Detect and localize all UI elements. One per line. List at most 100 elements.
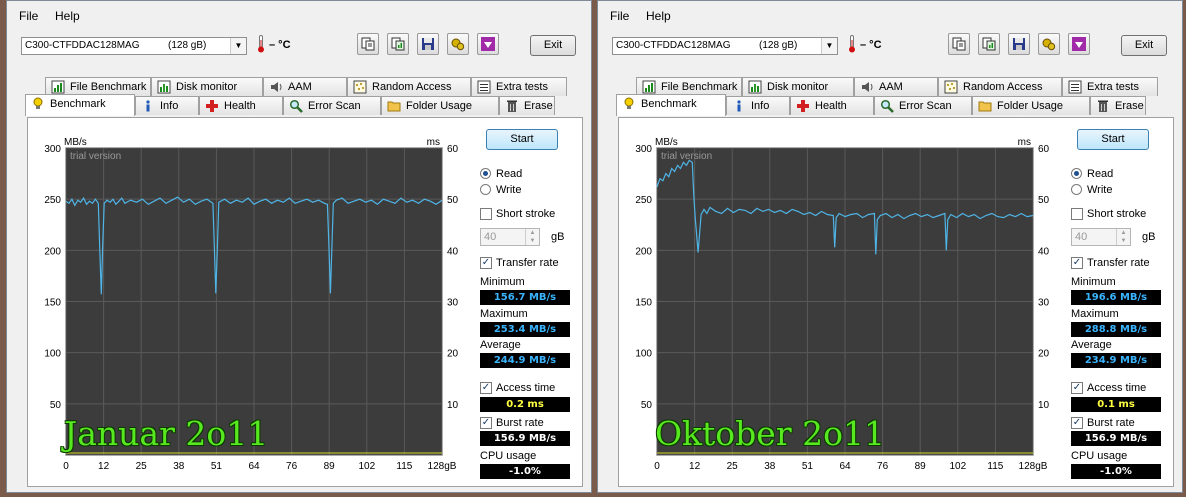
date-overlay-label: Oktober 2o11 <box>655 414 885 453</box>
error-scan-magnifier-icon <box>289 99 303 113</box>
y-right-tick-label: 50 <box>1038 195 1050 206</box>
file-benchmark-icon <box>51 80 65 94</box>
checkbox-box: ✓ <box>480 382 492 394</box>
toolbar: C300-CTFDDAC128MAG (128 gB) ▼ – °C Exit <box>598 27 1182 69</box>
tab-random-access[interactable]: Random Access <box>938 77 1062 96</box>
save-button[interactable] <box>1008 33 1030 55</box>
tab-disk-monitor[interactable]: Disk monitor <box>742 77 854 96</box>
tab-label: Health <box>815 100 847 112</box>
tab-info[interactable]: Info <box>726 96 790 115</box>
y-right-tick-label: 40 <box>447 246 459 257</box>
tab-disk-monitor[interactable]: Disk monitor <box>151 77 263 96</box>
x-tick-label: 0 <box>654 461 660 472</box>
tab-folder-usage[interactable]: Folder Usage <box>381 96 499 115</box>
tab-extra-tests[interactable]: Extra tests <box>1062 77 1158 96</box>
download-button[interactable] <box>477 33 499 55</box>
access-time-checkbox[interactable]: ✓ Access time <box>1071 382 1146 394</box>
write-label: Write <box>1087 184 1113 196</box>
exit-button[interactable]: Exit <box>1121 35 1167 56</box>
tab-extra-tests[interactable]: Extra tests <box>471 77 567 96</box>
x-tick-label: 102 <box>949 461 966 472</box>
copy-text-button[interactable] <box>357 33 379 55</box>
start-button[interactable]: Start <box>1077 129 1149 150</box>
tab-bar: File Benchmark Disk monitor AAM Random Acce… <box>598 75 1182 117</box>
stepper-arrows-icon[interactable]: ▲ ▼ <box>525 229 539 245</box>
menu-help[interactable]: Help <box>646 9 671 23</box>
disk-monitor-icon <box>157 80 171 94</box>
options-button[interactable] <box>447 33 469 55</box>
menu-help[interactable]: Help <box>55 9 80 23</box>
drive-select[interactable]: C300-CTFDDAC128MAG (128 gB) ▼ <box>612 37 838 55</box>
benchmark-bulb-icon <box>622 97 636 111</box>
write-radio[interactable]: Write <box>480 184 521 196</box>
checkbox-box <box>480 208 492 220</box>
y-left-tick-label: 50 <box>50 400 62 411</box>
burst-rate-label: Burst rate <box>496 417 544 429</box>
read-radio[interactable]: Read <box>480 168 522 180</box>
tab-label: Health <box>224 100 256 112</box>
short-stroke-stepper[interactable]: 40 ▲ ▼ <box>1071 228 1131 246</box>
tab-benchmark[interactable]: Benchmark <box>25 94 135 116</box>
transfer-rate-label: Transfer rate <box>1087 257 1150 269</box>
transfer-rate-checkbox[interactable]: ✓ Transfer rate <box>480 257 559 269</box>
trash-icon <box>1096 99 1110 113</box>
short-stroke-checkbox[interactable]: Short stroke <box>1071 208 1146 220</box>
short-stroke-value: 40 <box>484 231 497 243</box>
chevron-down-icon[interactable]: ▼ <box>821 38 837 54</box>
tab-aam[interactable]: AAM <box>263 77 347 96</box>
short-stroke-checkbox[interactable]: Short stroke <box>480 208 555 220</box>
y-left-tick-label: 150 <box>44 298 61 309</box>
write-radio[interactable]: Write <box>1071 184 1112 196</box>
y-left-tick-label: 300 <box>635 144 652 155</box>
tab-label: File Benchmark <box>661 81 738 93</box>
download-button[interactable] <box>1068 33 1090 55</box>
tab-health[interactable]: Health <box>790 96 874 115</box>
x-tick-label: 76 <box>286 461 298 472</box>
checkbox-box <box>1071 208 1083 220</box>
checkbox-box: ✓ <box>480 257 492 269</box>
read-radio[interactable]: Read <box>1071 168 1113 180</box>
tab-label: AAM <box>288 81 312 93</box>
tab-label: Error Scan <box>308 100 361 112</box>
transfer-rate-checkbox[interactable]: ✓ Transfer rate <box>1071 257 1150 269</box>
burst-rate-checkbox[interactable]: ✓ Burst rate <box>1071 417 1135 429</box>
drive-select[interactable]: C300-CTFDDAC128MAG (128 gB) ▼ <box>21 37 247 55</box>
x-tick-label: 115 <box>987 461 1003 472</box>
temperature-readout: – °C <box>269 39 291 51</box>
extra-tests-icon <box>477 80 491 94</box>
access-time-checkbox[interactable]: ✓ Access time <box>480 382 555 394</box>
save-button[interactable] <box>417 33 439 55</box>
stepper-arrows-icon[interactable]: ▲ ▼ <box>1116 229 1130 245</box>
tab-erase[interactable]: Erase <box>499 96 555 115</box>
tab-benchmark[interactable]: Benchmark <box>616 94 726 116</box>
minimum-value: 156.7 MB/s <box>480 290 570 305</box>
tab-error-scan[interactable]: Error Scan <box>283 96 381 115</box>
access-time-label: Access time <box>496 382 556 394</box>
tab-aam[interactable]: AAM <box>854 77 938 96</box>
copy-text-button[interactable] <box>948 33 970 55</box>
short-stroke-stepper[interactable]: 40 ▲ ▼ <box>480 228 540 246</box>
tab-info[interactable]: Info <box>135 96 199 115</box>
copy-screenshot-button[interactable] <box>387 33 409 55</box>
copy-screenshot-button[interactable] <box>978 33 1000 55</box>
x-tick-label: 0 <box>63 461 69 472</box>
average-label: Average <box>1071 339 1112 351</box>
tab-error-scan[interactable]: Error Scan <box>874 96 972 115</box>
tab-folder-usage[interactable]: Folder Usage <box>972 96 1090 115</box>
options-button[interactable] <box>1038 33 1060 55</box>
tab-label: Erase <box>1115 100 1144 112</box>
chevron-down-icon[interactable]: ▼ <box>230 38 246 54</box>
radio-indicator <box>1071 184 1082 195</box>
tab-label: File Benchmark <box>70 81 147 93</box>
y-right-tick-label: 10 <box>1038 400 1050 411</box>
tab-health[interactable]: Health <box>199 96 283 115</box>
menu-file[interactable]: File <box>19 9 38 23</box>
tab-erase[interactable]: Erase <box>1090 96 1146 115</box>
exit-button[interactable]: Exit <box>530 35 576 56</box>
access-time-value: 0.2 ms <box>480 397 570 412</box>
tab-random-access[interactable]: Random Access <box>347 77 471 96</box>
start-button[interactable]: Start <box>486 129 558 150</box>
burst-rate-checkbox[interactable]: ✓ Burst rate <box>480 417 544 429</box>
x-tick-label: 102 <box>358 461 375 472</box>
menu-file[interactable]: File <box>610 9 629 23</box>
